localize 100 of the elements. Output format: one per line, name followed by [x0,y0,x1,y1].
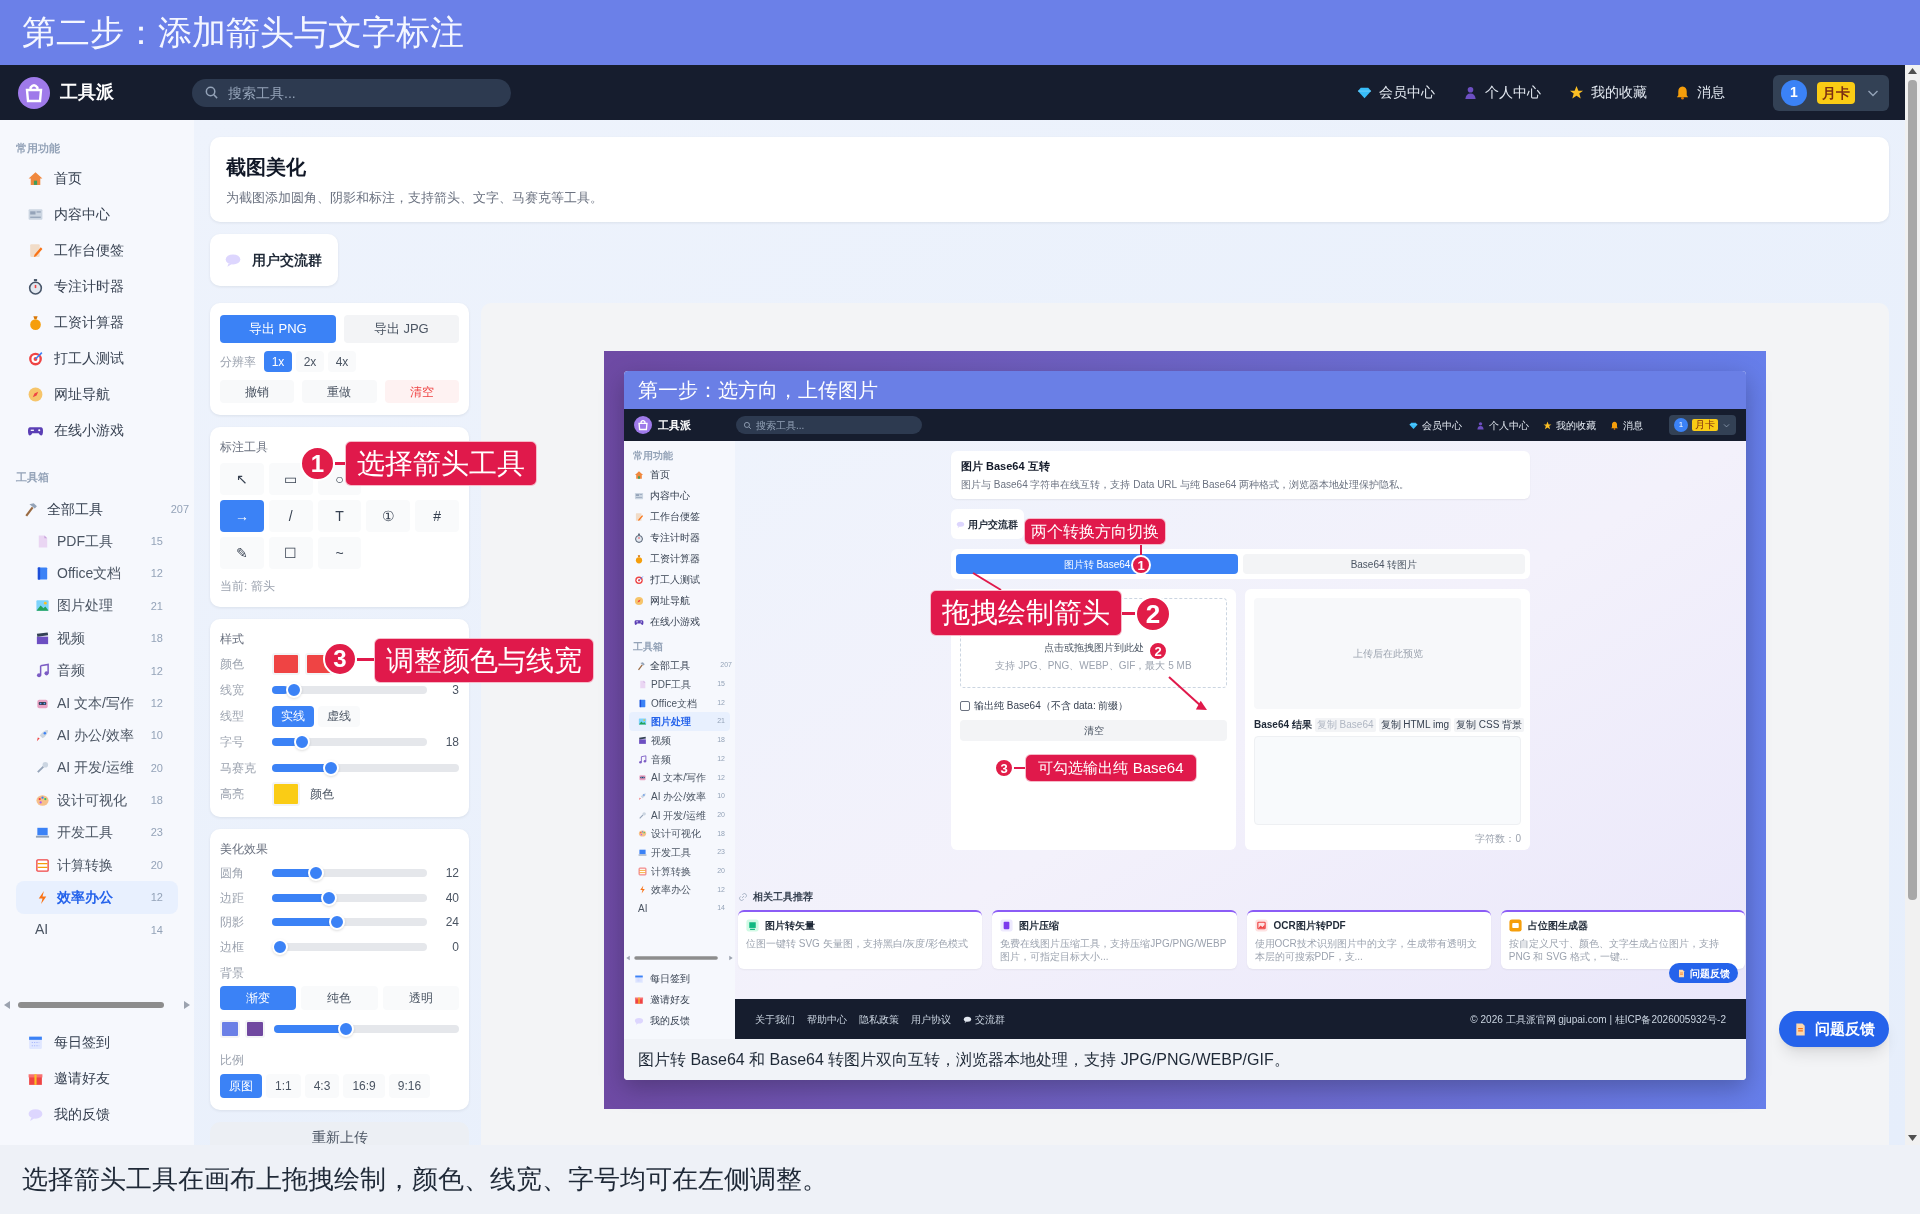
sidebar-item[interactable]: 视频 18 [16,622,178,655]
sidebar-item[interactable]: 工作台便签 [0,232,194,268]
export-button[interactable]: 导出 JPG [343,315,459,343]
tool-card[interactable]: 图片转矢量 位图一键转 SVG 矢量图，支持黑白/灰度/彩色模式 [738,910,983,969]
sidebar-item[interactable]: 效率办公 12 [16,881,178,914]
tool-button[interactable]: # [415,500,459,532]
tool-card[interactable]: 图片压缩 免费在线图片压缩工具，支持压缩JPG/PNG/WEBP图片，可指定目标大小... [992,910,1237,969]
tool-button[interactable]: → [220,500,264,532]
footer-link[interactable]: 用户协议 [911,1011,951,1027]
background-option[interactable]: 渐变 [220,986,297,1010]
slider-thumb[interactable] [294,734,311,750]
sidebar-item[interactable]: 图片处理 21 [16,589,178,623]
sidebar-item[interactable]: 在线小游戏 [624,611,735,632]
community-button[interactable]: 用户交流群 [210,234,338,286]
tool-button[interactable]: T [317,500,362,532]
sidebar-item[interactable]: 内容中心 [624,485,735,506]
background-option[interactable]: 纯色 [301,986,378,1010]
nav-link[interactable]: 会员中心 [1357,82,1435,103]
horizontal-scrollbar[interactable] [624,954,735,962]
ratio-option[interactable]: 9:16 [388,1074,431,1098]
color-swatch[interactable] [272,653,300,675]
nav-link[interactable]: 会员中心 [1409,417,1462,433]
slider-thumb[interactable] [308,865,325,882]
sidebar-item[interactable]: 工资计算器 [0,304,194,340]
feedback-button[interactable]: 问题反馈 [1669,963,1738,983]
sidebar-item[interactable]: 每日签到 [624,968,735,989]
action-button[interactable]: 撤销 [220,380,295,403]
line-style-option[interactable]: 虚线 [318,705,360,727]
slider[interactable] [272,760,459,776]
search-field[interactable]: 搜索工具... [192,78,511,107]
sidebar-item[interactable]: 内容中心 [0,196,194,232]
tool-card[interactable]: OCR图片转PDF 使用OCR技术识别图片中的文字，生成带有透明文本层的可搜索PDF，支... [1246,910,1491,969]
slider[interactable] [272,889,427,906]
community-button[interactable]: 用户交流群 [951,509,1024,539]
sidebar-item[interactable]: 邀请好友 [624,989,735,1010]
sidebar-item[interactable]: 我的反馈 [624,1010,735,1031]
tool-button[interactable]: ↖ [220,463,264,495]
tab[interactable]: Base64 转图片 [1243,554,1525,574]
sidebar-item[interactable]: 计算转换 20 [16,848,178,882]
sidebar-item[interactable]: 工作台便签 [624,506,735,527]
color-swatch[interactable] [272,782,300,806]
tool-button[interactable]: / [268,500,313,532]
tool-button[interactable]: ☐ [268,537,313,569]
color-swatch[interactable] [245,1020,265,1038]
sidebar-item[interactable]: 打工人测试 [624,569,735,590]
background-option[interactable]: 透明 [382,986,459,1010]
sidebar-item[interactable]: 每日签到 [0,1024,194,1060]
resolution-option[interactable]: 4x [328,351,356,372]
resolution-option[interactable]: 1x [264,351,292,372]
tool-button[interactable]: ① [366,500,411,532]
feedback-button[interactable]: 问题反馈 [1779,1011,1889,1047]
copy-button[interactable]: 复制 HTML img [1378,717,1452,732]
sidebar-item[interactable]: 专注计时器 [0,268,194,304]
footer-link[interactable]: 隐私政策 [859,1011,899,1027]
ratio-option[interactable]: 16:9 [343,1074,385,1098]
nav-link[interactable]: 我的收藏 [1543,417,1596,433]
action-button[interactable]: 重做 [302,380,377,403]
sidebar-item[interactable]: 专注计时器 [624,527,735,548]
nav-link[interactable]: 我的收藏 [1569,82,1647,103]
line-style-option[interactable]: 实线 [272,705,314,727]
sidebar-item[interactable]: 打工人测试 [0,340,194,376]
nav-link[interactable]: 个人中心 [1476,417,1529,433]
sidebar-item[interactable]: 网址导航 [0,376,194,412]
sidebar-item[interactable]: PDF工具 15 [16,525,178,558]
footer-link[interactable]: 关于我们 [755,1011,795,1027]
user-menu-button[interactable]: 1 月卡 [1773,74,1889,111]
tool-button[interactable]: ~ [317,537,362,569]
sidebar-item[interactable]: 音频 12 [16,654,178,687]
copy-button[interactable]: 复制 CSS 背景 [1454,717,1525,732]
search-field[interactable]: 搜索工具... [736,416,922,434]
resolution-option[interactable]: 2x [296,351,324,372]
tool-card[interactable]: 占位图生成器 按自定义尺寸、颜色、文字生成占位图片，支持 PNG 和 SVG 格式，一键... [1500,910,1745,969]
sidebar-item[interactable]: 在线小游戏 [0,412,194,448]
user-menu-button[interactable]: 1 月卡 [1669,415,1736,435]
sidebar-item[interactable]: 首页 [0,160,194,196]
export-button[interactable]: 导出 PNG [220,315,336,343]
nav-link[interactable]: 消息 [1675,82,1725,103]
vertical-scrollbar[interactable] [1905,65,1920,1145]
sidebar-item[interactable]: 我的反馈 [0,1096,194,1132]
sidebar-item[interactable]: AI 14 [16,913,178,947]
sidebar-item[interactable]: 网址导航 [624,590,735,611]
sidebar-item[interactable]: AI 开发/运维 20 [16,751,178,785]
sidebar-item[interactable]: 全部工具 207 [0,493,194,525]
slider-thumb[interactable] [329,914,345,931]
footer-link[interactable]: 交流群 [963,1011,1005,1027]
tool-button[interactable]: ▭ [268,463,313,495]
clear-button[interactable]: 清空 [960,720,1227,741]
sidebar-item[interactable]: AI 办公/效率 10 [16,719,178,752]
nav-link[interactable]: 个人中心 [1463,82,1541,103]
slider-thumb[interactable] [272,938,288,955]
slider[interactable] [272,914,427,931]
sidebar-item[interactable]: 设计可视化 18 [16,784,178,817]
sidebar-item[interactable]: AI 文本/写作 12 [16,686,178,720]
ratio-option[interactable]: 1:1 [266,1074,301,1098]
slider-thumb[interactable] [338,1021,355,1037]
sidebar-item[interactable]: 工资计算器 [624,548,735,569]
checkbox[interactable] [960,700,970,711]
slider-thumb[interactable] [320,889,337,906]
sidebar-item[interactable]: 首页 [624,464,735,485]
footer-link[interactable]: 帮助中心 [807,1011,847,1027]
